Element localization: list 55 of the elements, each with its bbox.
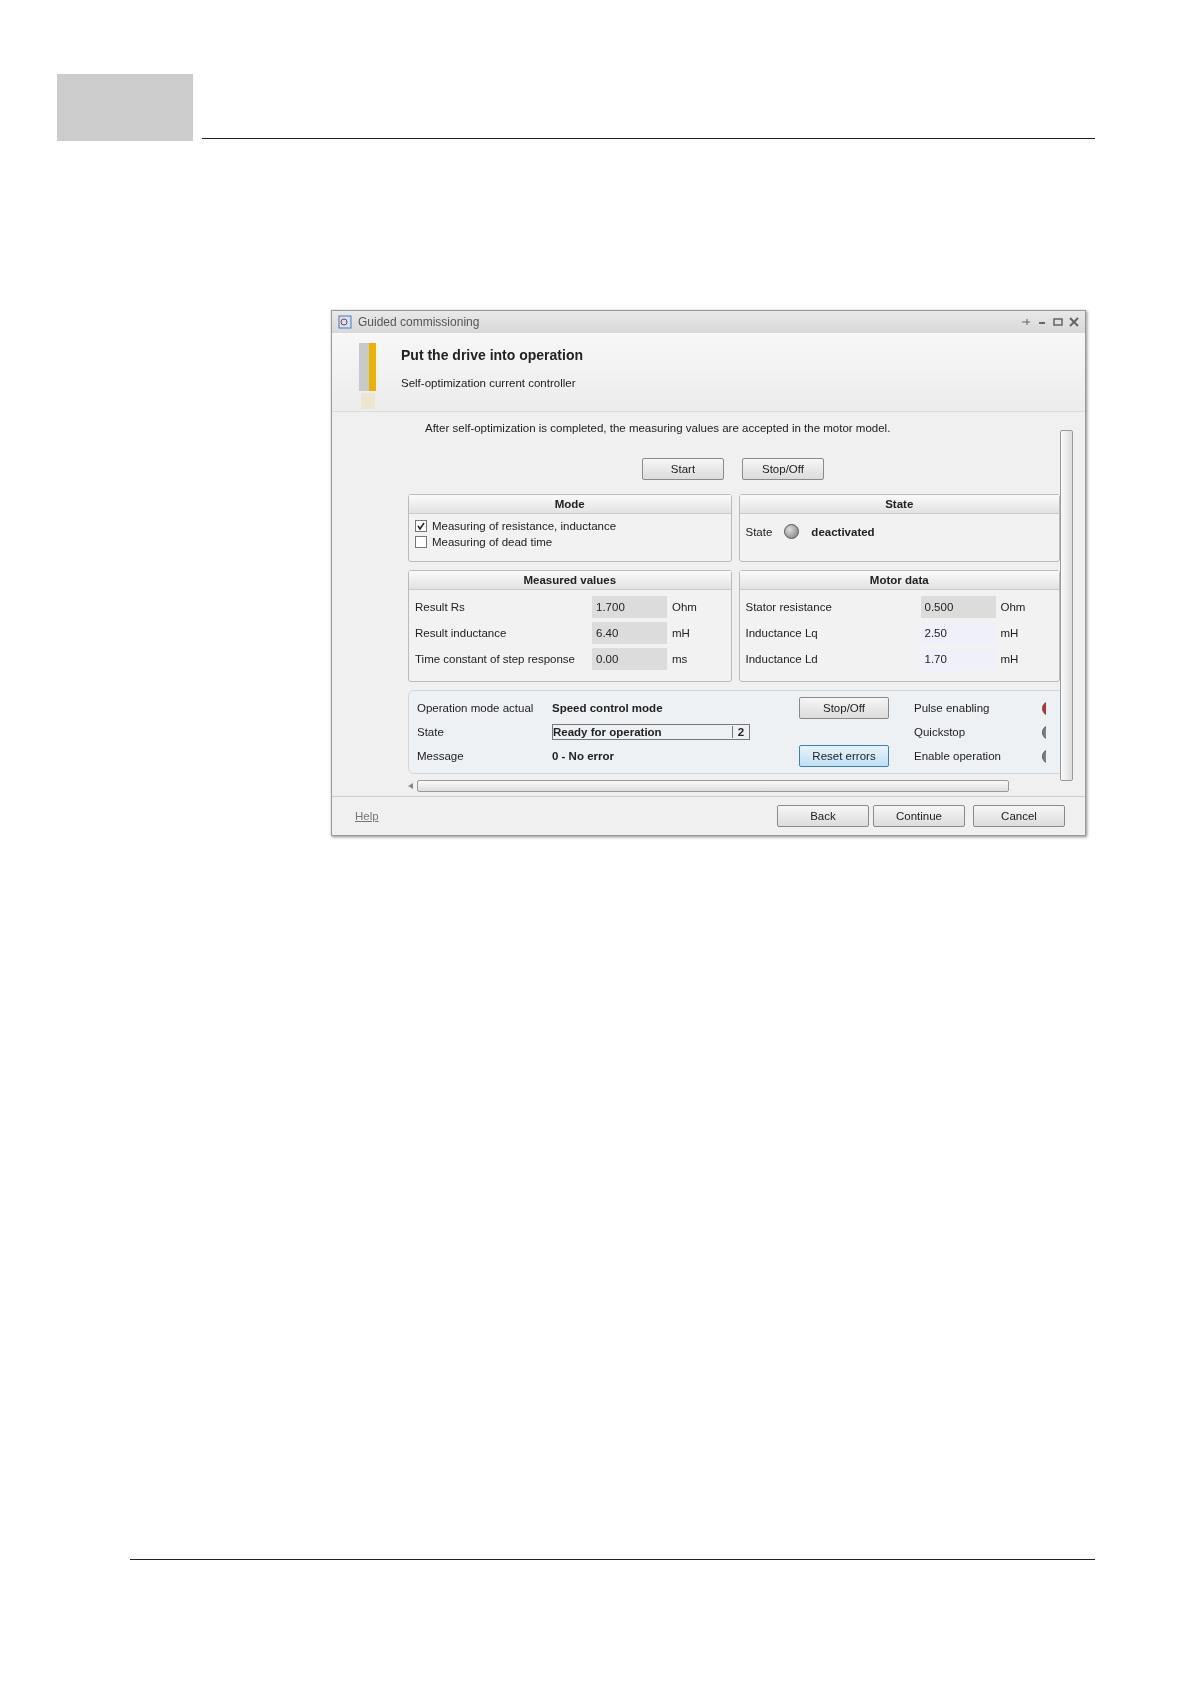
footer-button[interactable]: Continue: [873, 805, 965, 827]
footer-button[interactable]: Back: [777, 805, 869, 827]
state-value: deactivated: [811, 525, 875, 538]
checkbox[interactable]: [415, 536, 427, 548]
close-icon[interactable]: [1069, 317, 1079, 327]
signal-label: Quickstop: [914, 726, 967, 738]
field-label: State: [417, 726, 445, 738]
maximize-icon[interactable]: [1053, 317, 1063, 327]
option-label: Measuring of dead time: [432, 536, 553, 548]
field-label: Inductance Lq: [745, 627, 819, 639]
mode-value: Speed control mode: [552, 702, 664, 714]
field-label: Message: [417, 750, 465, 762]
value-field[interactable]: 2.50: [920, 622, 996, 644]
value-field: 1.700: [592, 596, 667, 618]
panel-title: Motor data: [739, 571, 1059, 590]
unit-label: mH: [1000, 653, 1020, 665]
page-subtitle: Self-optimization current controller: [401, 377, 577, 389]
value-field[interactable]: 1.70: [920, 648, 996, 670]
value-field: 0.00: [592, 648, 667, 670]
unit-label: Ohm: [672, 601, 698, 613]
state-field: Ready for operation 2: [552, 724, 750, 740]
field-label: Result Rs: [415, 601, 466, 613]
field-label: Operation mode actual: [417, 702, 535, 714]
checkbox[interactable]: [415, 520, 427, 532]
stop-button[interactable]: Stop/Off: [799, 697, 889, 719]
window-title: Guided commissioning: [358, 315, 481, 329]
page-title: Put the drive into operation: [401, 347, 583, 363]
scroll-left-icon[interactable]: [408, 783, 413, 789]
footer-button[interactable]: Cancel: [973, 805, 1065, 827]
reset-button[interactable]: Reset errors: [799, 745, 889, 767]
unit-label: mH: [1000, 627, 1020, 639]
action-button[interactable]: Start: [642, 458, 724, 480]
panel-title: Mode: [409, 495, 731, 514]
help-link[interactable]: Help: [355, 810, 773, 822]
unit-label: mH: [672, 627, 691, 639]
panel-title: State: [739, 495, 1059, 514]
unit-label: Ohm: [1000, 601, 1027, 613]
option-label: Measuring of resistance, inductance: [432, 520, 617, 532]
state-label: State: [745, 525, 773, 538]
field-label: Inductance Ld: [745, 653, 819, 665]
field-label: Time constant of step response: [415, 653, 577, 665]
value-field: 0.500: [920, 596, 996, 618]
field-label: Stator resistance: [745, 601, 833, 613]
signal-label: Pulse enabling: [914, 702, 991, 714]
intro-text: After self-optimization is completed, the measuring values are accepted in the motor model.: [425, 422, 892, 434]
signal-label: Enable operation: [914, 750, 1002, 762]
unit-label: ms: [672, 653, 689, 665]
scroll-thumb[interactable]: [417, 780, 1009, 792]
message-value: 0 - No error: [552, 750, 615, 762]
field-label: Result inductance: [415, 627, 508, 639]
app-icon: [338, 315, 352, 329]
action-button[interactable]: Stop/Off: [742, 458, 824, 480]
pin-icon[interactable]: [1021, 317, 1031, 327]
value-field: 6.40: [592, 622, 667, 644]
panel-title: Measured values: [409, 571, 731, 590]
